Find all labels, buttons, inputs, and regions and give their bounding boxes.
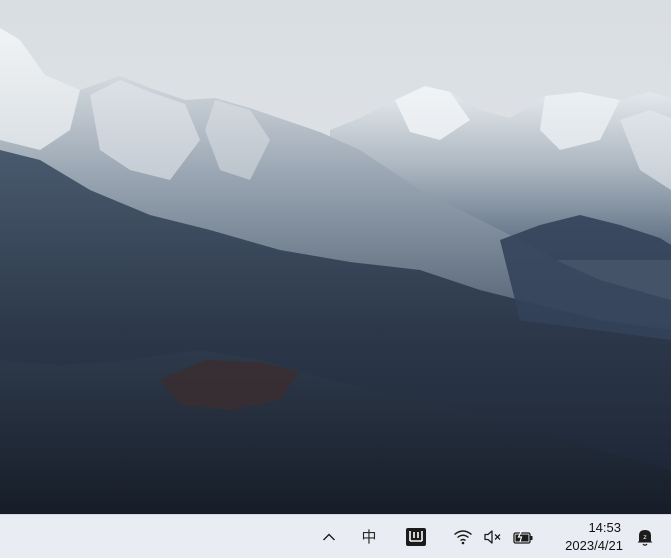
chevron-up-icon	[323, 533, 335, 540]
mountain-landscape	[0, 0, 671, 514]
clock-time: 14:53	[588, 520, 621, 535]
ime-pad-button[interactable]	[401, 515, 431, 558]
ime-mode-label: 中	[361, 528, 377, 546]
svg-text:z: z	[643, 533, 647, 541]
clock-button[interactable]: 14:53 2023/4/21	[543, 519, 623, 555]
desktop-wallpaper	[0, 0, 671, 514]
wifi-icon	[454, 529, 472, 544]
volume-button[interactable]	[480, 515, 506, 558]
notification-center-button[interactable]: z	[632, 515, 658, 558]
battery-charging-icon	[513, 529, 533, 544]
taskbar: 中 14:53 2023/4/21 z	[0, 514, 671, 558]
ime-mode-button[interactable]: 中	[354, 515, 384, 558]
network-button[interactable]	[450, 515, 476, 558]
volume-muted-icon	[484, 529, 501, 544]
clock-date: 2023/4/21	[565, 538, 623, 553]
ime-pad-icon	[406, 527, 426, 546]
notification-bell-icon: z	[637, 529, 653, 546]
show-hidden-icons-button[interactable]	[316, 515, 342, 558]
battery-button[interactable]	[510, 515, 536, 558]
